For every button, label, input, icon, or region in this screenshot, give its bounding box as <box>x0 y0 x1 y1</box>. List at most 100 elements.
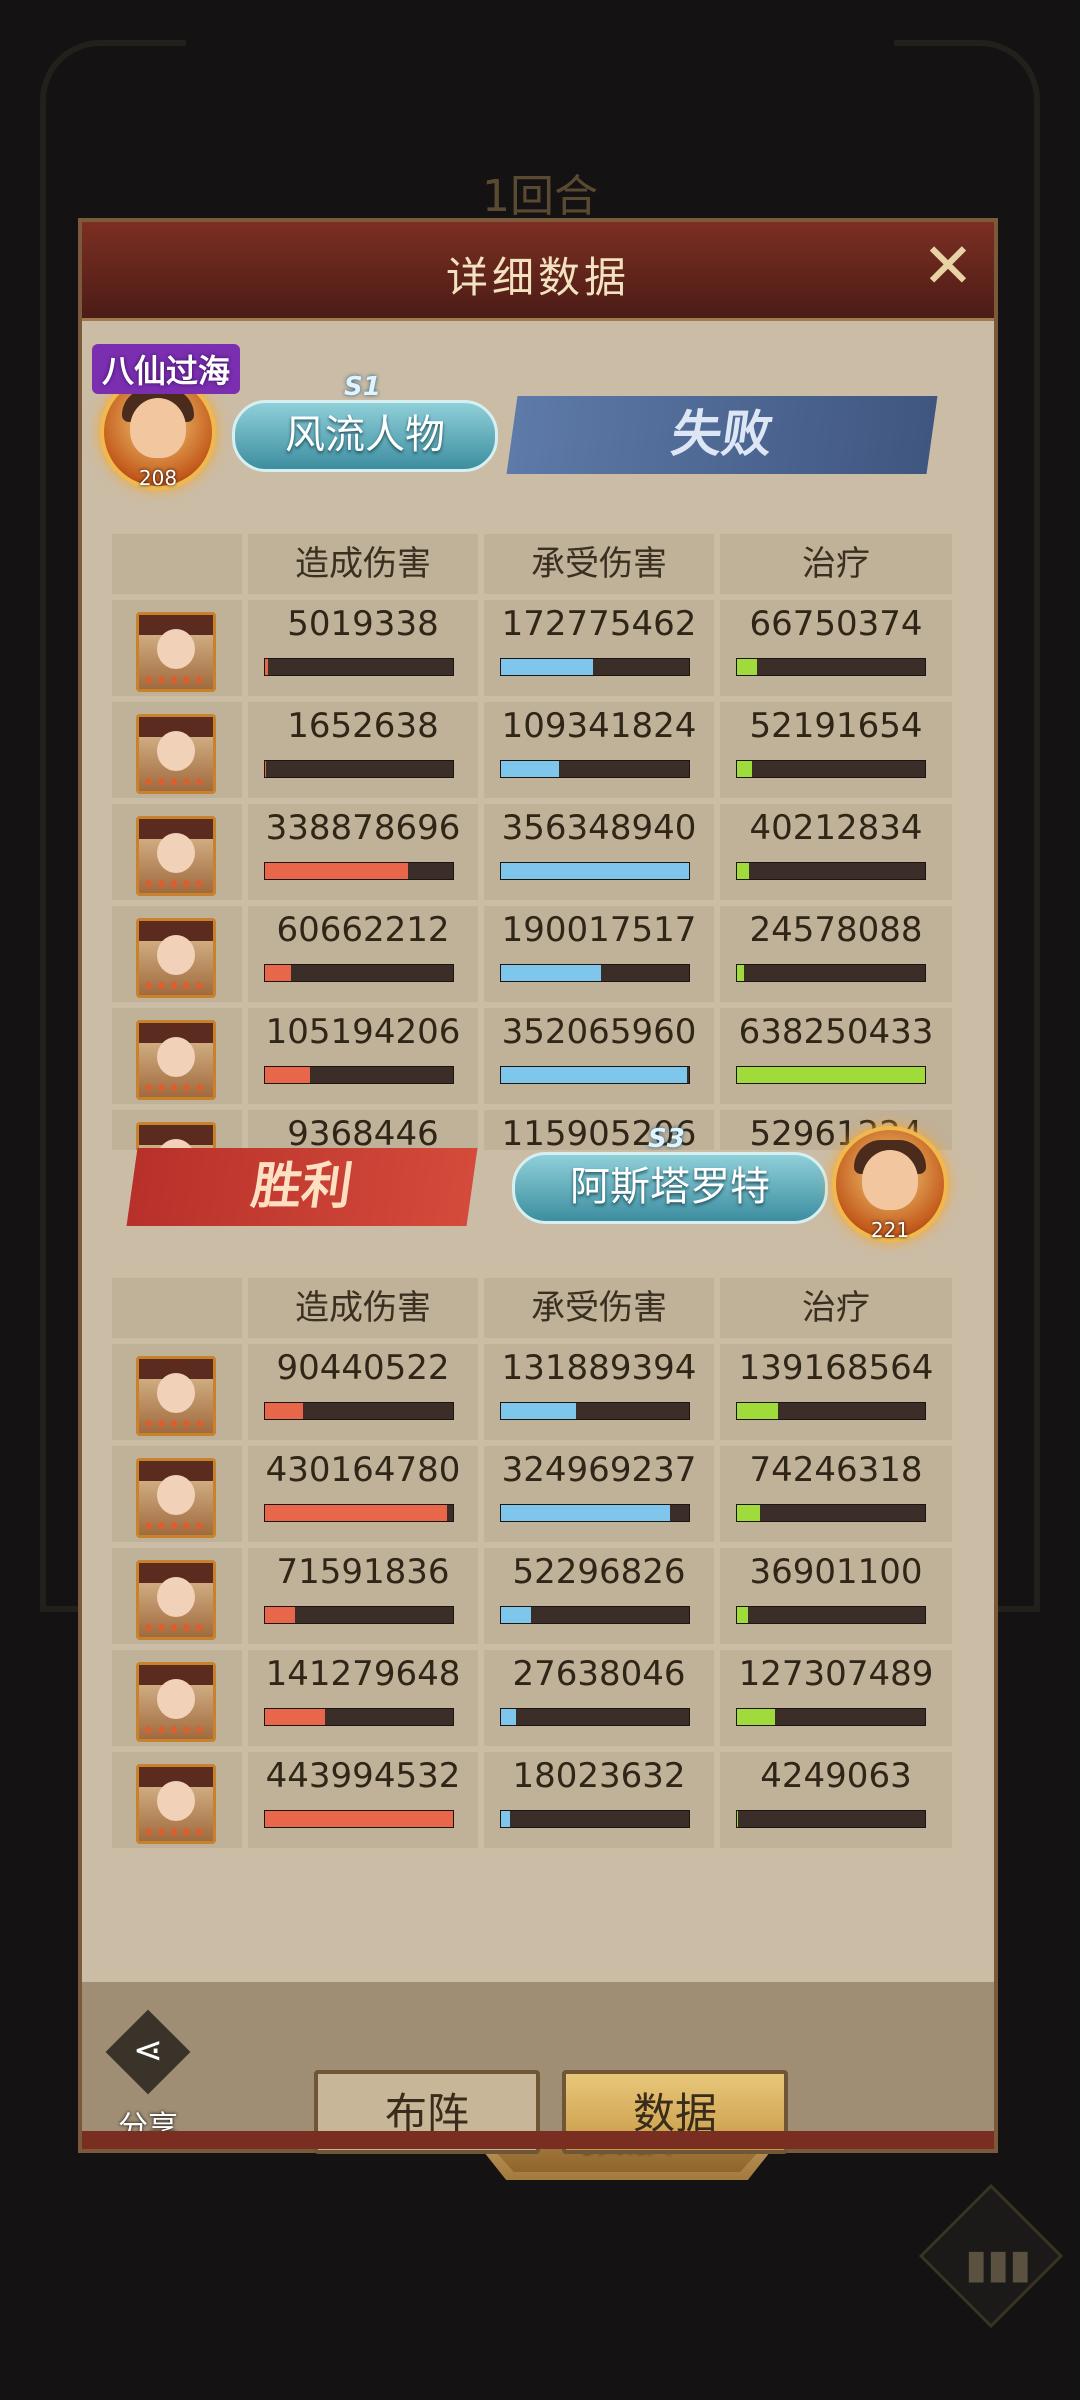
close-button[interactable]: ✕ <box>916 235 980 300</box>
heal-bar-fill <box>737 1403 779 1419</box>
taken-bar-fill <box>501 1403 577 1419</box>
share-button[interactable]: ⋖ 分享 <box>104 2009 194 2145</box>
heal-value: 36901100 <box>749 1552 923 1592</box>
heal-bar-fill <box>737 1709 775 1725</box>
col-damage-header: 造成伤害 <box>248 534 478 594</box>
panel-header: 详细数据 ✕ <box>82 222 994 321</box>
heal-value: 74246318 <box>749 1450 923 1490</box>
col-taken-header: 承受伤害 <box>484 1278 714 1338</box>
heal-value: 127307489 <box>738 1654 934 1694</box>
taken-bar-fill <box>501 863 689 879</box>
taken-bar-fill <box>501 659 594 675</box>
col-damage-header: 造成伤害 <box>248 1278 478 1338</box>
heal-bar <box>736 1810 926 1828</box>
damage-bar <box>264 1708 454 1726</box>
taken-bar <box>500 1810 690 1828</box>
damage-bar-fill <box>265 1067 311 1083</box>
taken-bar-fill <box>501 1607 532 1623</box>
panel-title: 详细数据 <box>445 253 630 302</box>
taken-bar <box>500 1066 690 1084</box>
heal-value: 66750374 <box>749 604 923 644</box>
damage-bar <box>264 1066 454 1084</box>
stats-row: ♦♦♦♦♦ 430164780 324969237 74246318 <box>112 1446 952 1542</box>
damage-value: 1652638 <box>287 706 439 746</box>
background-stats-button[interactable]: ▮▮▮ <box>918 2183 1064 2329</box>
taken-value: 52296826 <box>512 1552 686 1592</box>
hero-portrait[interactable]: ♦♦♦♦♦ <box>136 1560 216 1640</box>
taken-value: 352065960 <box>501 1012 697 1052</box>
bar-chart-icon: ▮▮▮ <box>965 2241 1032 2288</box>
heal-bar <box>736 862 926 880</box>
damage-value: 71591836 <box>276 1552 450 1592</box>
heal-value: 638250433 <box>738 1012 934 1052</box>
taken-bar <box>500 862 690 880</box>
team-top-tag: 八仙过海 <box>92 344 241 394</box>
stats-row: ♦♦♦♦♦ 60662212 190017517 24578088 <box>112 906 952 1002</box>
damage-value: 60662212 <box>276 910 450 950</box>
damage-value: 443994532 <box>265 1756 461 1796</box>
stats-row: ♦♦♦♦♦ 141279648 27638046 127307489 <box>112 1650 952 1746</box>
heal-bar-fill <box>737 1505 760 1521</box>
team-bottom-avatar[interactable]: 221 <box>832 1126 948 1242</box>
damage-bar <box>264 862 454 880</box>
heal-bar <box>736 1606 926 1624</box>
taken-value: 18023632 <box>512 1756 686 1796</box>
heal-value: 40212834 <box>749 808 923 848</box>
detail-data-panel: 详细数据 ✕ 208 八仙过海 S1 风流人物 失败 造成伤害 承受伤害 治疗 … <box>78 218 998 2180</box>
damage-bar-fill <box>265 1709 326 1725</box>
heal-bar-fill <box>737 659 757 675</box>
close-icon: ✕ <box>922 229 974 302</box>
taken-value: 356348940 <box>501 808 697 848</box>
hero-portrait[interactable]: ♦♦♦♦♦ <box>136 1356 216 1436</box>
taken-bar <box>500 658 690 676</box>
damage-value: 430164780 <box>265 1450 461 1490</box>
team-bottom-name: 阿斯塔罗特 <box>512 1152 828 1224</box>
col-heal-header: 治疗 <box>720 1278 952 1338</box>
taken-bar <box>500 1402 690 1420</box>
damage-bar-fill <box>265 1403 303 1419</box>
taken-bar-fill <box>501 1709 517 1725</box>
stats-row: ♦♦♦♦♦ 71591836 52296826 36901100 <box>112 1548 952 1644</box>
hero-portrait[interactable]: ♦♦♦♦♦ <box>136 1662 216 1742</box>
stats-row: ♦♦♦♦♦ 5019338 172775462 66750374 <box>112 600 952 696</box>
damage-bar <box>264 1504 454 1522</box>
taken-bar <box>500 1504 690 1522</box>
heal-bar <box>736 760 926 778</box>
taken-bar-fill <box>501 965 601 981</box>
heal-bar-fill <box>737 1811 739 1827</box>
team-bottom-banner: 胜利 S3 阿斯塔罗特 221 <box>82 1102 1002 1242</box>
damage-bar-fill <box>265 863 408 879</box>
hero-portrait[interactable]: ♦♦♦♦♦ <box>136 1764 216 1844</box>
stats-row: ♦♦♦♦♦ 90440522 131889394 139168564 <box>112 1344 952 1440</box>
team-top-name: 风流人物 <box>232 400 498 472</box>
team-top-level: 208 <box>138 466 178 490</box>
hero-portrait[interactable]: ♦♦♦♦♦ <box>136 612 216 692</box>
stats-row: ♦♦♦♦♦ 338878696 356348940 40212834 <box>112 804 952 900</box>
damage-value: 141279648 <box>265 1654 461 1694</box>
taken-bar <box>500 964 690 982</box>
taken-value: 27638046 <box>512 1654 686 1694</box>
damage-bar <box>264 1606 454 1624</box>
heal-bar-fill <box>737 1067 925 1083</box>
hero-portrait[interactable]: ♦♦♦♦♦ <box>136 1458 216 1538</box>
taken-bar <box>500 1606 690 1624</box>
heal-bar <box>736 964 926 982</box>
damage-bar <box>264 1810 454 1828</box>
background-round-label: 1回合 <box>482 171 598 222</box>
hero-portrait[interactable]: ♦♦♦♦♦ <box>136 1020 216 1100</box>
hero-portrait[interactable]: ♦♦♦♦♦ <box>136 918 216 998</box>
heal-bar <box>736 1708 926 1726</box>
heal-value: 24578088 <box>749 910 923 950</box>
team-top-season: S1 <box>344 372 381 402</box>
team-top-banner: 208 八仙过海 S1 风流人物 失败 <box>82 344 1002 490</box>
heal-bar <box>736 658 926 676</box>
hero-portrait[interactable]: ♦♦♦♦♦ <box>136 714 216 794</box>
share-icon: ⋖ <box>132 2030 164 2071</box>
damage-bar <box>264 964 454 982</box>
taken-value: 131889394 <box>501 1348 697 1388</box>
damage-value: 90440522 <box>276 1348 450 1388</box>
hero-portrait[interactable]: ♦♦♦♦♦ <box>136 816 216 896</box>
heal-value: 52191654 <box>749 706 923 746</box>
taken-bar <box>500 1708 690 1726</box>
team-bottom-level: 221 <box>870 1218 910 1242</box>
